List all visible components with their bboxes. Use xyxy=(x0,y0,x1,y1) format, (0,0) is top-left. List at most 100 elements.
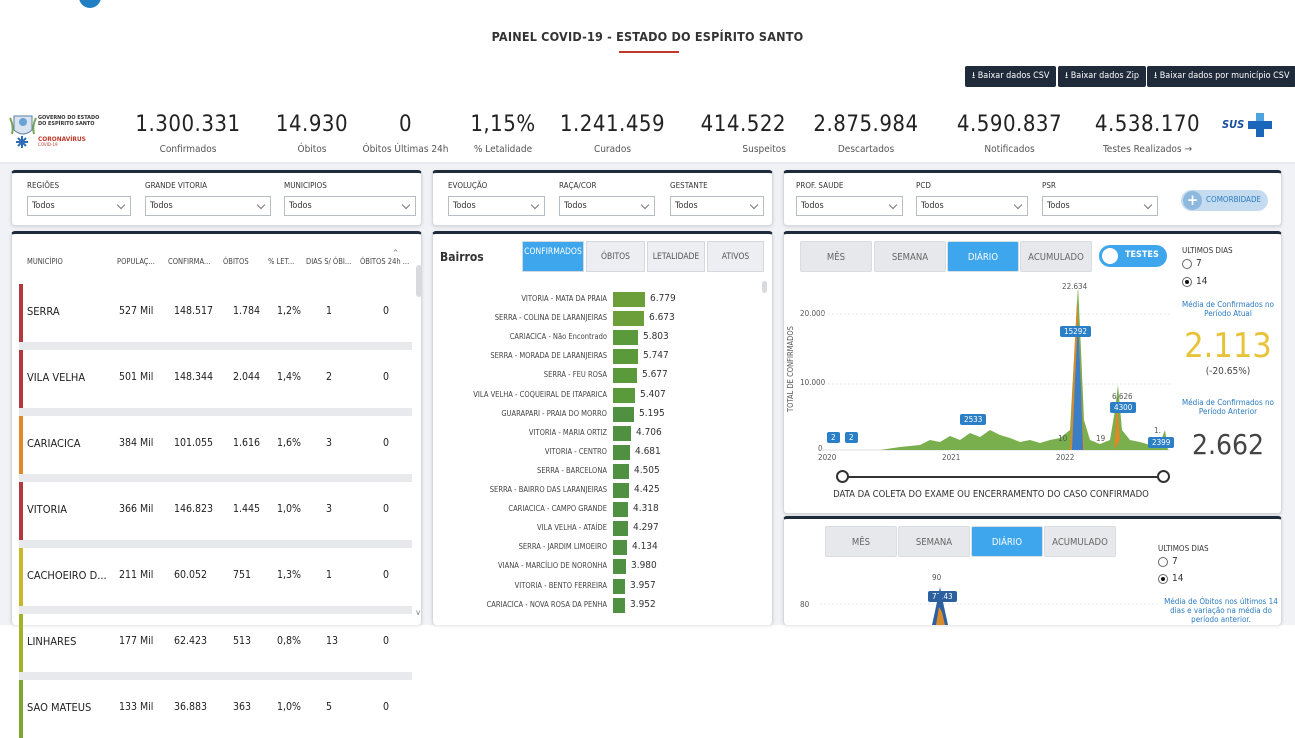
data-label: 19 xyxy=(1096,434,1106,443)
sort-caret-icon[interactable]: ^ xyxy=(393,249,398,257)
bairro-label: SERRA - BARCELONA xyxy=(537,465,607,475)
kpi-value: 1.241.459 xyxy=(559,112,666,137)
bairro-bar[interactable] xyxy=(613,559,626,575)
bairro-bar[interactable] xyxy=(613,444,630,460)
table-row[interactable]: VITORIA 366 Mil 146.823 1.445 1,0% 3 0 xyxy=(19,482,412,548)
filter-label: PROF. SAUDE xyxy=(796,181,844,190)
column-header-populacao[interactable]: POPULAÇ... xyxy=(117,257,155,266)
obitos-24h-cell: 0 xyxy=(383,371,390,383)
comorbidade-button[interactable]: + COMORBIDADE xyxy=(1181,190,1268,211)
table-row[interactable]: LINHARES 177 Mil 62.423 513 0,8% 13 0 xyxy=(19,614,412,680)
date-range-end-handle[interactable] xyxy=(1157,470,1170,483)
bairro-value: 3.957 xyxy=(630,579,656,591)
bairro-bar[interactable] xyxy=(613,349,638,365)
scroll-down-icon[interactable]: v xyxy=(416,608,420,617)
tab-diario[interactable]: DIÁRIO xyxy=(947,241,1019,272)
y-tick: 80 xyxy=(800,600,810,609)
table-row[interactable]: SERRA 527 Mil 148.517 1.784 1,2% 1 0 xyxy=(19,284,412,350)
dias-sem-obito-cell: 1 xyxy=(326,569,333,581)
kpi-suspeitos: 414.522 Suspeitos xyxy=(686,113,786,156)
municipio-name: LINHARES xyxy=(27,635,77,648)
data-label-box: 15292 xyxy=(1060,326,1091,337)
gestante-select[interactable]: Todos xyxy=(670,196,764,216)
bairros-title: Bairros xyxy=(440,250,484,264)
bairro-label: VITORIA - BENTO FERREIRA xyxy=(514,580,607,590)
bairro-label: SERRA - MORADA DE LARANJEIRAS xyxy=(490,351,607,361)
bairro-bar[interactable] xyxy=(613,597,625,613)
media-atual-value: 2.113 xyxy=(1184,326,1272,366)
bairro-bar[interactable] xyxy=(613,311,644,327)
radio-14-days[interactable] xyxy=(1182,277,1192,287)
municipio-name: VITORIA xyxy=(27,503,68,516)
table-row[interactable]: CARIACICA 384 Mil 101.055 1.616 1,6% 3 0 xyxy=(19,416,412,482)
column-header-dias-sem-obito[interactable]: DIAS S/ ÓBI... xyxy=(306,257,351,266)
evolucao-select[interactable]: Todos xyxy=(448,196,545,216)
table-row[interactable]: SAO MATEUS 133 Mil 36.883 363 1,0% 5 0 xyxy=(19,680,412,738)
bairro-bar[interactable] xyxy=(613,425,631,441)
raca-cor-select[interactable]: Todos xyxy=(559,196,655,216)
prof-saude-select[interactable]: Todos xyxy=(796,196,903,216)
download-csv-button[interactable]: ⭳ Baixar dados CSV xyxy=(965,66,1057,87)
tab-semana[interactable]: SEMANA xyxy=(874,241,946,272)
pcd-select[interactable]: Todos xyxy=(916,196,1028,216)
testes-toggle[interactable]: TESTES xyxy=(1099,245,1167,267)
kpi-testes-realizados[interactable]: 4.538.170 Testes Realizados → xyxy=(1090,112,1205,156)
grande-vitoria-select[interactable]: Todos xyxy=(145,196,271,216)
bairro-bar[interactable] xyxy=(613,483,629,498)
tab-acumulado[interactable]: ACUMULADO xyxy=(1020,241,1092,272)
chevron-down-icon xyxy=(401,200,411,210)
date-range-start-handle[interactable] xyxy=(836,470,849,483)
bairro-bar[interactable] xyxy=(613,387,635,403)
download-zip-button[interactable]: ⭳ Baixar dados Zip xyxy=(1058,66,1147,87)
bairro-bar[interactable] xyxy=(613,578,625,594)
row-separator xyxy=(19,606,412,614)
tab-mes[interactable]: MÊS xyxy=(800,241,872,272)
bairro-bar[interactable] xyxy=(613,406,634,422)
tab-obitos[interactable]: ÓBITOS xyxy=(586,241,645,272)
tab-semana[interactable]: SEMANA xyxy=(898,526,970,557)
data-label-box: 2 xyxy=(827,432,840,443)
tab-mes[interactable]: MÊS xyxy=(825,526,897,557)
column-header-obitos[interactable]: ÓBITOS xyxy=(223,257,249,266)
populacao-cell: 527 Mil xyxy=(119,305,154,317)
tab-letalidade[interactable]: LETALIDADE xyxy=(647,241,705,272)
obitos-timeseries-chart xyxy=(820,587,1160,625)
bairro-bar[interactable] xyxy=(613,540,627,556)
tab-acumulado[interactable]: ACUMULADO xyxy=(1044,526,1116,557)
column-header-municipio[interactable]: MUNICÍPIO xyxy=(27,257,63,266)
bairro-bar[interactable] xyxy=(613,502,628,518)
bairro-bar[interactable] xyxy=(613,292,645,307)
kpi-label: Descartados xyxy=(837,144,895,155)
bairro-value: 3.980 xyxy=(631,560,657,572)
obitos-24h-cell: 0 xyxy=(383,569,390,581)
tab-ativos[interactable]: ATIVOS xyxy=(707,241,764,272)
kpi-value: 4.538.170 xyxy=(1094,112,1201,137)
letalidade-cell: 1,6% xyxy=(277,437,301,449)
bairros-scrollbar[interactable] xyxy=(762,281,767,293)
y-axis-label: TOTAL DE CONFIRMADOS xyxy=(786,326,796,412)
bairro-bar[interactable] xyxy=(613,368,637,384)
bairro-label: VIANA - MARCÍLIO DE NORONHA xyxy=(498,561,607,571)
download-municipio-csv-button[interactable]: ⭳ Baixar dados por município CSV xyxy=(1147,66,1295,87)
obitos-24h-cell: 0 xyxy=(383,701,390,713)
psr-select[interactable]: Todos xyxy=(1042,196,1158,216)
municipios-select[interactable]: Todos xyxy=(284,196,416,216)
bairro-bar[interactable] xyxy=(613,330,638,346)
bairro-bar[interactable] xyxy=(613,463,629,479)
column-header-letalidade[interactable]: % LET... xyxy=(268,257,294,266)
dias-sem-obito-cell: 3 xyxy=(326,437,333,449)
table-scrollbar[interactable] xyxy=(416,265,422,297)
bairro-bar[interactable] xyxy=(613,521,628,537)
tab-diario[interactable]: DIÁRIO xyxy=(971,526,1043,557)
table-row[interactable]: CACHOEIRO D... 211 Mil 60.052 751 1,3% 1 0 xyxy=(19,548,412,614)
populacao-cell: 177 Mil xyxy=(119,635,154,647)
table-row[interactable]: VILA VELHA 501 Mil 148.344 2.044 1,4% 2 0 xyxy=(19,350,412,416)
bairro-label: CARIACICA - CAMPO GRANDE xyxy=(508,504,607,514)
column-header-obitos-24h[interactable]: ÓBITOS 24h ... xyxy=(360,257,409,266)
tab-confirmados[interactable]: CONFIRMADOS xyxy=(522,241,584,272)
column-header-confirmados[interactable]: CONFIRMA... xyxy=(168,257,210,266)
bairro-label: SERRA - BAIRRO DAS LARANJEIRAS xyxy=(489,485,607,494)
regioes-select[interactable]: Todos xyxy=(27,196,131,216)
radio-7-days[interactable] xyxy=(1158,557,1168,567)
radio-7-days[interactable] xyxy=(1182,259,1192,269)
